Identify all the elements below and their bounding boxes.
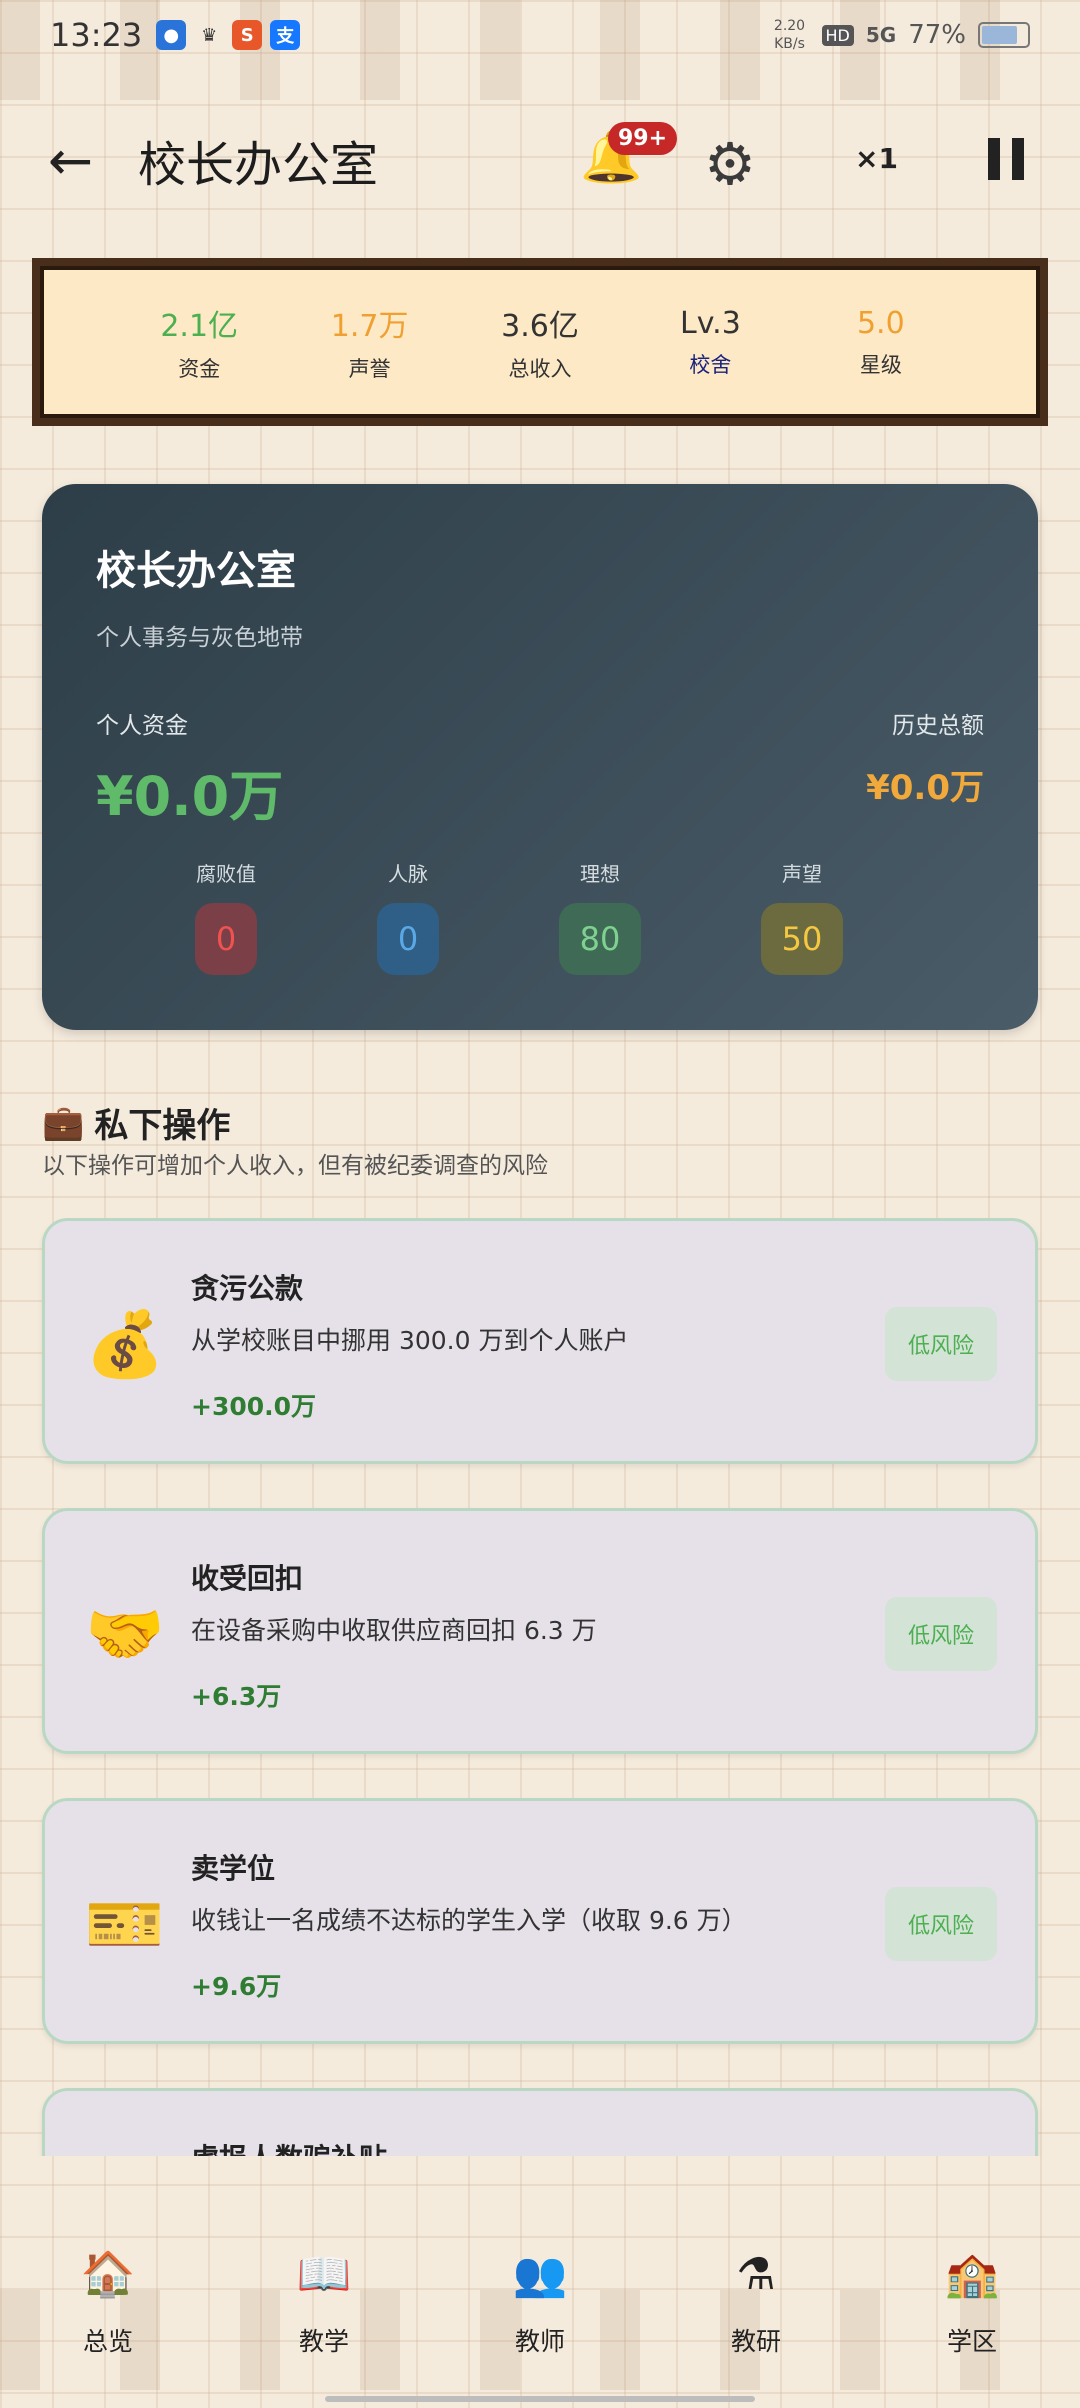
office-title: 校长办公室	[96, 548, 296, 594]
house-icon: 🏠	[80, 2249, 136, 2300]
back-arrow-icon[interactable]: ←	[48, 129, 108, 192]
resource-reputation: 1.7万声誉	[284, 301, 454, 383]
notification-button[interactable]: 🔔 99+	[580, 122, 678, 198]
hd-icon: HD	[821, 24, 854, 46]
action-description: 在设备采购中收取供应商回扣 6.3 万	[191, 1616, 597, 1645]
risk-level-button[interactable]: 低风险	[885, 1307, 997, 1381]
resource-total-income: 3.6亿总收入	[455, 301, 625, 383]
stat-label: 腐败值	[196, 862, 256, 886]
pause-icon[interactable]	[988, 138, 1024, 180]
resource-star-rating: 5.0 星级	[796, 306, 966, 379]
personal-fund-value: ¥0.0万	[96, 765, 284, 828]
handshake-icon: 🤝	[85, 1598, 165, 1672]
risk-level-button[interactable]: 低风险	[885, 1887, 997, 1961]
status-bar: 13:23 ● ♛ S 支 2.20 KB/s HD 5G 77%	[0, 0, 1080, 70]
action-card[interactable]: 💰 贪污公款从学校账目中挪用 300.0 万到个人账户 +300.0万 低风险	[42, 1218, 1038, 1464]
resource-value: 5.0	[856, 305, 905, 341]
personal-fund-label: 个人资金	[96, 713, 188, 739]
stat-value: 80	[559, 903, 641, 975]
nav-item-district[interactable]: 🏫 学区	[882, 2240, 1062, 2390]
history-total-label: 历史总额	[892, 713, 984, 739]
action-list[interactable]: 💰 贪污公款 从学校账目中挪用 300.0 万到个人账户 +300.0万 低风险 🤝 收受回…	[0, 1218, 1080, 2156]
sogou-icon: S	[232, 20, 263, 50]
app-notification-icon: ●	[156, 20, 187, 50]
net-speed: 2.20 KB/s	[773, 18, 806, 52]
stat-value: 0	[377, 903, 439, 975]
action-description: 收钱让一名成绩不达标的学生入学（收取 9.6 万）	[191, 1906, 747, 1935]
nav-label: 教学	[298, 2327, 349, 2356]
book-icon: 📖	[296, 2249, 352, 2300]
stat-prestige: 声望 50	[732, 858, 872, 975]
action-name: 卖学位	[191, 1852, 276, 1885]
resource-value: Lv.3	[680, 305, 741, 341]
nav-item-teachers[interactable]: 👥 教师	[450, 2240, 630, 2390]
resource-funds: 2.1亿资金	[114, 301, 284, 383]
status-time: 13:23	[50, 16, 143, 54]
home-indicator[interactable]	[325, 2396, 755, 2402]
action-card[interactable]: 🎫 卖学位收钱让一名成绩不达标的学生入学（收取 9.6 万） +9.6万 低风险	[42, 1798, 1038, 2044]
signal-icon: 5G	[865, 23, 897, 47]
nav-item-teaching[interactable]: 📖 教学	[234, 2240, 414, 2390]
alipay-icon: 支	[270, 20, 301, 50]
risk-level-button[interactable]: 低风险	[885, 1597, 997, 1671]
stat-ideals: 理想 80	[530, 858, 670, 975]
header: ← 校长办公室 🔔 99+ ⚙ ×1	[0, 110, 1080, 210]
nav-label: 教师	[514, 2327, 565, 2356]
stats-row: 腐败值 0 人脉 0 理想 80 声望 50	[96, 858, 984, 988]
nav-label: 学区	[946, 2327, 997, 2356]
action-name: 虚报人数骗补贴	[191, 2137, 387, 2156]
stat-corruption: 腐败值 0	[156, 858, 296, 975]
teachers-icon: 👥	[512, 2249, 568, 2300]
stat-label: 理想	[580, 862, 620, 886]
action-card[interactable]: 🤝 收受回扣在设备采购中收取供应商回扣 6.3 万 +6.3万 低风险	[42, 1508, 1038, 1754]
nav-label: 教研	[730, 2327, 781, 2356]
stat-value: 0	[195, 903, 257, 975]
nav-label: 总览	[82, 2327, 133, 2356]
action-gain: +6.3万	[191, 1682, 282, 1711]
resource-label: 资金	[178, 357, 221, 381]
battery-percent: 77%	[908, 20, 966, 50]
flask-icon: ⚗	[736, 2249, 776, 2300]
resource-label: 校舍	[689, 352, 732, 377]
battery-icon	[978, 22, 1030, 48]
resource-panel: 2.1亿 资金 1.7万 声誉 3.6亿 总收入 Lv.3 校舍 5.0 星级	[32, 258, 1048, 426]
action-name: 收受回扣	[191, 1562, 304, 1595]
bottom-nav: 🏠 总览 📖 教学 👥 教师 ⚗ 教研 🏫 学区	[0, 2240, 1080, 2390]
action-card[interactable]: 虚报人数骗补贴	[42, 2088, 1038, 2156]
resource-label: 声誉	[348, 357, 391, 381]
action-gain: +9.6万	[191, 1972, 282, 2001]
money-bag-icon: 💰	[85, 1308, 165, 1382]
resource-label: 总收入	[508, 357, 572, 381]
resource-school-building: Lv.3 校舍	[625, 306, 795, 379]
section-description: 以下操作可增加个人收入，但有被纪委调查的风险	[42, 1153, 548, 1179]
resource-value: 2.1亿	[160, 309, 239, 344]
office-subtitle: 个人事务与灰色地带	[96, 625, 303, 651]
resource-label: 星级	[859, 352, 902, 377]
section-title: 💼 私下操作	[42, 1098, 230, 1147]
section-title-text: 私下操作	[94, 1106, 231, 1146]
page-title: 校长办公室	[138, 137, 379, 193]
notification-badge: 99+	[608, 122, 678, 155]
gear-icon[interactable]: ⚙	[704, 130, 756, 198]
school-icon: 🏫	[944, 2249, 1000, 2300]
history-total-value: ¥0.0万	[866, 768, 984, 808]
stat-value: 50	[761, 903, 843, 975]
stat-label: 人脉	[388, 862, 428, 886]
crown-icon: ♛	[201, 24, 218, 46]
ticket-icon: 🎫	[85, 1888, 165, 1962]
office-card: 校长办公室 个人事务与灰色地带 个人资金 ¥0.0万 历史总额 ¥0.0万 腐败…	[42, 484, 1038, 1030]
stat-label: 声望	[782, 862, 822, 886]
resource-value: 1.7万	[330, 309, 409, 344]
action-name: 贪污公款	[191, 1272, 304, 1305]
resource-value: 3.6亿	[501, 309, 579, 344]
action-description: 从学校账目中挪用 300.0 万到个人账户	[191, 1326, 629, 1355]
nav-item-overview[interactable]: 🏠 总览	[18, 2240, 198, 2390]
speed-button[interactable]: ×1	[855, 142, 898, 175]
stat-connections: 人脉 0	[338, 858, 478, 975]
nav-item-research[interactable]: ⚗ 教研	[666, 2240, 846, 2390]
notification-icons: ● ♛ S 支	[156, 20, 301, 50]
briefcase-icon: 💼	[42, 1102, 85, 1143]
action-gain: +300.0万	[191, 1392, 317, 1421]
